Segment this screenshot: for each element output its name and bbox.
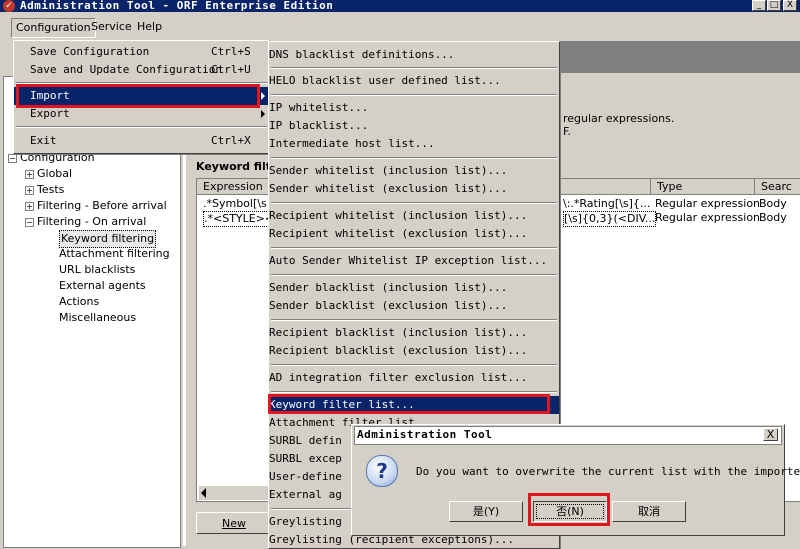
tree-item-global[interactable]: + Global: [25, 166, 72, 182]
confirm-dialog: Administration Tool X ? Do you want to o…: [351, 424, 800, 536]
tree-item-attachment-filtering[interactable]: Attachment filtering: [59, 246, 170, 262]
import-intermediate-host[interactable]: Intermediate host list...: [269, 135, 559, 153]
column-search[interactable]: Searc: [755, 179, 800, 195]
collapse-icon[interactable]: −: [25, 217, 34, 227]
section-title: Keyword filt: [196, 160, 271, 173]
row-1-expression-end: \:.*Rating[\s]{...: [563, 197, 651, 210]
row-1-expression[interactable]: .*Symbol[\s]·: [203, 197, 275, 211]
menu-separator: [271, 157, 557, 159]
new-button[interactable]: New: [196, 512, 272, 534]
import-helo-blacklist[interactable]: HELO blacklist user defined list...: [269, 72, 559, 90]
menu-separator: [271, 247, 557, 249]
configuration-menu: Save Configuration Ctrl+S Save and Update…: [13, 40, 270, 154]
collapse-icon[interactable]: −: [8, 153, 17, 163]
horizontal-scrollbar[interactable]: [199, 485, 269, 500]
import-recipient-blacklist-exclusion[interactable]: Recipient blacklist (exclusion list)...: [269, 342, 559, 360]
menu-service[interactable]: Service: [87, 18, 136, 36]
menu-separator: [271, 364, 557, 366]
row-1-type: Regular expression: [655, 197, 761, 210]
menu-item-save[interactable]: Save Configuration Ctrl+S: [14, 43, 269, 61]
import-sender-whitelist-exclusion[interactable]: Sender whitelist (exclusion list)...: [269, 180, 559, 198]
dialog-message: Do you want to overwrite the current lis…: [416, 465, 800, 478]
menu-separator: [271, 94, 557, 96]
tree-item-miscellaneous[interactable]: Miscellaneous: [59, 310, 136, 326]
cancel-button[interactable]: 取消: [612, 501, 686, 522]
tree-item-external-agents[interactable]: External agents: [59, 278, 146, 294]
window-title: Administration Tool - ORF Enterprise Edi…: [20, 0, 334, 12]
row-2-type: Regular expression: [655, 211, 761, 224]
import-dns-blacklist[interactable]: DNS blacklist definitions...: [269, 46, 559, 64]
menu-help[interactable]: Help: [133, 18, 166, 36]
submenu-arrow-icon: [261, 92, 265, 100]
menu-configuration[interactable]: Configuration: [11, 18, 96, 38]
tree-item-filtering-on-arrival[interactable]: − Filtering - On arrival: [25, 214, 146, 230]
description-text: regular expressions.: [563, 112, 675, 125]
scroll-left-icon[interactable]: [201, 488, 206, 498]
menu-item-exit[interactable]: Exit Ctrl+X: [14, 132, 269, 150]
menu-separator: [271, 274, 557, 276]
dialog-close-button[interactable]: X: [763, 428, 778, 441]
close-window-button[interactable]: X: [783, 0, 797, 11]
menu-separator: [16, 82, 267, 84]
import-recipient-whitelist-inclusion[interactable]: Recipient whitelist (inclusion list)...: [269, 207, 559, 225]
tree-item-url-blacklists[interactable]: URL blacklists: [59, 262, 135, 278]
tree-item-filtering-before[interactable]: + Filtering - Before arrival: [25, 198, 167, 214]
minimize-button[interactable]: _: [752, 0, 766, 11]
dialog-title: Administration Tool: [357, 428, 493, 441]
row-1-search: Body: [759, 197, 787, 210]
dialog-title-bar: Administration Tool X: [354, 426, 782, 445]
import-sender-blacklist-inclusion[interactable]: Sender blacklist (inclusion list)...: [269, 279, 559, 297]
expand-icon[interactable]: +: [25, 185, 34, 195]
menu-item-import[interactable]: Import: [14, 87, 269, 105]
column-type[interactable]: Type: [651, 179, 755, 195]
yes-button[interactable]: 是(Y): [449, 501, 523, 522]
row-2-search: Body: [759, 211, 787, 224]
app-icon: ✓: [3, 0, 15, 12]
tree-item-actions[interactable]: Actions: [59, 294, 99, 310]
import-sender-blacklist-exclusion[interactable]: Sender blacklist (exclusion list)...: [269, 297, 559, 315]
import-ip-blacklist[interactable]: IP blacklist...: [269, 117, 559, 135]
header-band: [560, 41, 800, 73]
import-ad-integration[interactable]: AD integration filter exclusion list...: [269, 369, 559, 387]
menu-separator: [16, 126, 267, 128]
description-tail: F.: [563, 125, 572, 138]
row-2-expression-end: [\s]{0,3}(<DIV...: [563, 211, 657, 227]
import-ip-whitelist[interactable]: IP whitelist...: [269, 99, 559, 117]
menu-bar: Configuration Service Help: [0, 13, 800, 41]
tree-item-tests[interactable]: + Tests: [25, 182, 64, 198]
menu-item-export[interactable]: Export: [14, 105, 269, 123]
import-sender-whitelist-inclusion[interactable]: Sender whitelist (inclusion list)...: [269, 162, 559, 180]
menu-item-save-update[interactable]: Save and Update Configuration Ctrl+U: [14, 61, 269, 79]
menu-separator: [271, 202, 557, 204]
expand-icon[interactable]: +: [25, 169, 34, 179]
submenu-arrow-icon: [261, 110, 265, 118]
question-icon: ?: [366, 455, 398, 487]
maximize-button[interactable]: □: [767, 0, 781, 11]
menu-separator: [271, 391, 557, 393]
title-bar: ✓ Administration Tool - ORF Enterprise E…: [0, 0, 800, 12]
import-recipient-whitelist-exclusion[interactable]: Recipient whitelist (exclusion list)...: [269, 225, 559, 243]
import-auto-sender-whitelist[interactable]: Auto Sender Whitelist IP exception list.…: [269, 252, 559, 270]
row-2-expression[interactable]: .*<STYLE><: [203, 211, 276, 227]
import-recipient-blacklist-inclusion[interactable]: Recipient blacklist (inclusion list)...: [269, 324, 559, 342]
menu-separator: [271, 67, 557, 69]
menu-separator: [271, 319, 557, 321]
no-button[interactable]: 否(N): [533, 501, 607, 522]
expand-icon[interactable]: +: [25, 201, 34, 211]
import-keyword-filter-list[interactable]: Keyword filter list...: [269, 396, 559, 414]
